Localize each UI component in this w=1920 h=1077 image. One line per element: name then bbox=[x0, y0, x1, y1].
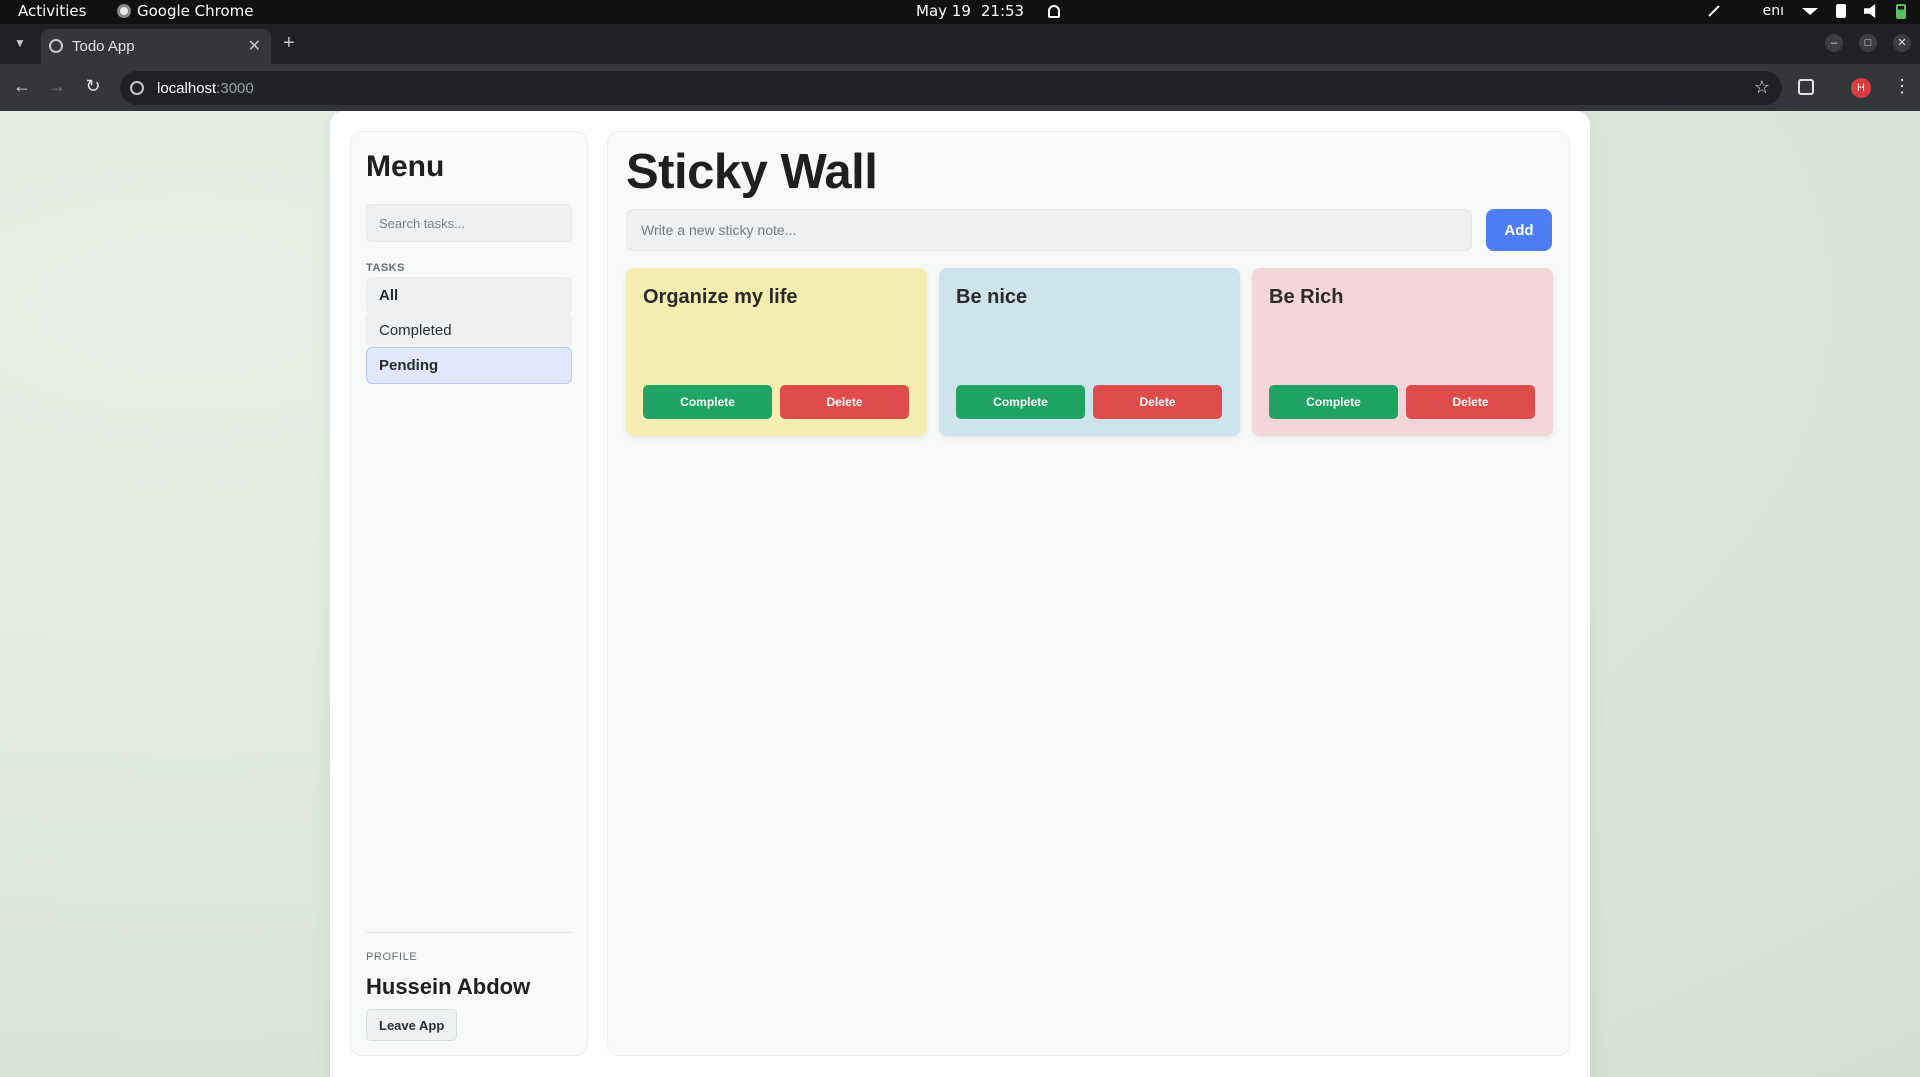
url-port: :3000 bbox=[216, 80, 254, 97]
sticky-note: Be Rich Complete Delete bbox=[1252, 268, 1553, 436]
language-indicator[interactable]: enı bbox=[1763, 3, 1784, 19]
tasks-section-label: TASKS bbox=[366, 262, 405, 274]
reload-icon[interactable]: ↻ bbox=[82, 76, 104, 97]
app-name: Google Chrome bbox=[137, 2, 254, 20]
delete-button[interactable]: Delete bbox=[1093, 385, 1222, 419]
close-window-icon[interactable]: ✕ bbox=[1893, 34, 1911, 52]
notification-bell-icon bbox=[1048, 4, 1061, 18]
tab-todo-app[interactable]: Todo App ✕ bbox=[41, 29, 271, 64]
app-menu[interactable]: Google Chrome bbox=[117, 2, 254, 20]
new-note-input[interactable] bbox=[626, 209, 1472, 251]
note-title: Be nice bbox=[956, 286, 1028, 308]
page-viewport: Menu TASKS All Completed Pending PROFILE… bbox=[0, 111, 1920, 1077]
note-title: Be Rich bbox=[1269, 286, 1344, 308]
system-tray[interactable]: enı bbox=[1707, 3, 1906, 19]
clock[interactable]: May 19 21:53 bbox=[916, 2, 1061, 20]
globe-icon bbox=[49, 39, 63, 53]
add-note-button[interactable]: Add bbox=[1486, 209, 1552, 251]
pen-icon bbox=[1707, 5, 1720, 17]
wifi-icon bbox=[1802, 7, 1818, 15]
app-container: Menu TASKS All Completed Pending PROFILE… bbox=[330, 111, 1590, 1077]
clock-date: May 19 bbox=[916, 2, 971, 20]
complete-button[interactable]: Complete bbox=[643, 385, 772, 419]
note-title: Organize my life bbox=[643, 286, 798, 308]
tab-strip: ▼ Todo App ✕ + – □ ✕ bbox=[0, 24, 1920, 64]
bluetooth-icon bbox=[1836, 4, 1846, 18]
bookmark-star-icon[interactable]: ☆ bbox=[1754, 77, 1770, 98]
forward-arrow-icon[interactable]: → bbox=[46, 76, 68, 97]
profile-divider bbox=[366, 932, 572, 933]
sticky-note: Organize my life Complete Delete bbox=[626, 268, 927, 436]
volume-icon bbox=[1864, 4, 1876, 18]
browser-toolbar: ← → ↻ localhost:3000 ☆ H ⋮ bbox=[0, 64, 1920, 111]
activities-button[interactable]: Activities bbox=[18, 2, 86, 20]
profile-avatar[interactable]: H bbox=[1851, 78, 1871, 98]
sidebar: Menu TASKS All Completed Pending PROFILE… bbox=[350, 131, 588, 1056]
url-text: localhost:3000 bbox=[157, 80, 254, 97]
filter-all[interactable]: All bbox=[366, 277, 572, 314]
browser-menu-kebab-icon[interactable]: ⋮ bbox=[1893, 76, 1911, 97]
clock-time: 21:53 bbox=[980, 2, 1025, 20]
extensions-puzzle-icon[interactable] bbox=[1798, 79, 1814, 95]
profile-section-label: PROFILE bbox=[366, 951, 418, 963]
maximize-icon[interactable]: □ bbox=[1859, 34, 1877, 52]
sticky-note: Be nice Complete Delete bbox=[939, 268, 1240, 436]
address-bar[interactable]: localhost:3000 ☆ bbox=[120, 71, 1782, 105]
tab-search-chevron-icon[interactable]: ▼ bbox=[12, 36, 28, 52]
complete-button[interactable]: Complete bbox=[956, 385, 1085, 419]
chrome-icon bbox=[117, 4, 131, 18]
delete-button[interactable]: Delete bbox=[1406, 385, 1535, 419]
tab-close-icon[interactable]: ✕ bbox=[248, 36, 261, 56]
leave-app-button[interactable]: Leave App bbox=[366, 1009, 458, 1041]
sticky-wall-panel: Sticky Wall Add Organize my life Complet… bbox=[607, 131, 1570, 1056]
search-input[interactable] bbox=[366, 204, 572, 242]
new-tab-plus-icon[interactable]: + bbox=[283, 32, 295, 55]
minimize-icon[interactable]: – bbox=[1825, 34, 1843, 52]
back-arrow-icon[interactable]: ← bbox=[11, 76, 33, 97]
profile-name: Hussein Abdow bbox=[366, 974, 531, 999]
menu-title: Menu bbox=[366, 150, 445, 183]
filter-completed[interactable]: Completed bbox=[366, 312, 572, 349]
os-top-bar: Activities Google Chrome May 19 21:53 en… bbox=[0, 0, 1920, 24]
battery-icon bbox=[1896, 3, 1906, 19]
filter-pending[interactable]: Pending bbox=[366, 347, 572, 384]
site-info-icon[interactable] bbox=[130, 81, 144, 95]
tab-title: Todo App bbox=[72, 38, 135, 55]
delete-button[interactable]: Delete bbox=[780, 385, 909, 419]
page-title: Sticky Wall bbox=[626, 145, 878, 199]
url-host: localhost bbox=[157, 80, 217, 97]
complete-button[interactable]: Complete bbox=[1269, 385, 1398, 419]
